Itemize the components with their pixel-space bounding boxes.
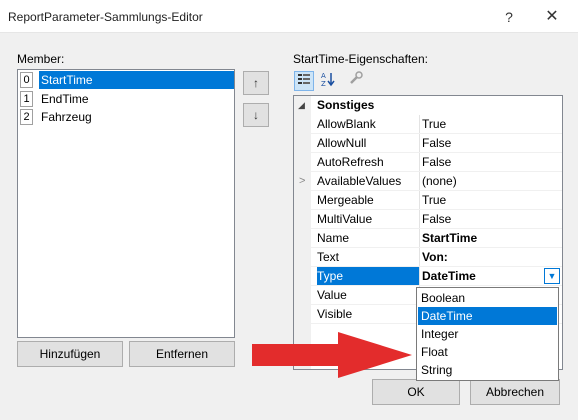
wrench-icon: [346, 71, 366, 91]
chevron-down-icon[interactable]: ▼: [544, 268, 560, 284]
member-index: 2: [20, 109, 33, 125]
property-name: Name: [317, 231, 350, 245]
categorized-icon[interactable]: [294, 71, 314, 91]
alphabetical-icon[interactable]: A Z: [318, 71, 338, 91]
property-value[interactable]: (none): [422, 172, 457, 191]
help-button[interactable]: ?: [497, 6, 521, 28]
category-row[interactable]: ◢ Sonstiges: [294, 96, 562, 115]
add-button[interactable]: Hinzufügen: [17, 341, 123, 367]
move-down-button[interactable]: ↓: [243, 103, 269, 127]
property-row[interactable]: Type DateTime ▼: [294, 267, 562, 286]
svg-text:Z: Z: [321, 80, 326, 87]
close-button[interactable]: ✕: [540, 6, 564, 28]
member-index: 0: [20, 72, 33, 88]
property-name: AllowNull: [317, 136, 367, 150]
property-value[interactable]: StartTime: [422, 229, 477, 248]
property-name: MultiValue: [317, 212, 373, 226]
dropdown-option[interactable]: Boolean: [418, 289, 557, 307]
member-name: StartTime: [39, 71, 234, 89]
red-arrow-annotation: [252, 332, 412, 378]
remove-button[interactable]: Entfernen: [129, 341, 235, 367]
property-value[interactable]: DateTime: [422, 267, 476, 286]
list-item[interactable]: 0 StartTime: [19, 71, 234, 89]
type-dropdown-list[interactable]: Boolean DateTime Integer Float String: [416, 287, 559, 381]
list-item[interactable]: 1 EndTime: [19, 90, 234, 108]
property-value[interactable]: Von:: [422, 248, 448, 267]
property-name: AllowBlank: [317, 117, 376, 131]
dropdown-option[interactable]: DateTime: [418, 307, 557, 325]
list-item[interactable]: 2 Fahrzeug: [19, 108, 234, 126]
property-value[interactable]: False: [422, 134, 451, 153]
property-value[interactable]: True: [422, 191, 446, 210]
dropdown-option[interactable]: Float: [418, 343, 557, 361]
member-index: 1: [20, 91, 33, 107]
property-name: Value: [317, 288, 347, 302]
member-list[interactable]: 0 StartTime 1 EndTime 2 Fahrzeug: [17, 69, 235, 338]
member-name: EndTime: [41, 92, 89, 106]
property-row[interactable]: Text Von:: [294, 248, 562, 267]
category-name: Sonstiges: [317, 98, 375, 112]
arrow-down-icon: ↓: [253, 108, 259, 122]
svg-text:A: A: [321, 72, 326, 80]
move-up-button[interactable]: ↑: [243, 71, 269, 95]
arrow-up-icon: ↑: [253, 76, 259, 90]
collapse-icon[interactable]: ◢: [298, 100, 305, 111]
property-row[interactable]: AllowBlank True: [294, 115, 562, 134]
property-name: Mergeable: [317, 193, 374, 207]
member-label: Member:: [17, 52, 65, 66]
member-name: Fahrzeug: [41, 110, 92, 124]
property-name: AutoRefresh: [317, 155, 384, 169]
property-row[interactable]: Mergeable True: [294, 191, 562, 210]
window-title: ReportParameter-Sammlungs-Editor: [8, 10, 203, 24]
property-name: Visible: [317, 307, 353, 321]
property-row[interactable]: > AvailableValues (none): [294, 172, 562, 191]
properties-label: StartTime-Eigenschaften:: [293, 52, 428, 66]
property-row[interactable]: MultiValue False: [294, 210, 562, 229]
dropdown-option[interactable]: Integer: [418, 325, 557, 343]
ok-button[interactable]: OK: [372, 379, 460, 405]
dropdown-option[interactable]: String: [418, 361, 557, 379]
property-value[interactable]: False: [422, 210, 451, 229]
expand-icon[interactable]: >: [299, 172, 305, 191]
property-row[interactable]: AutoRefresh False: [294, 153, 562, 172]
property-name: Text: [317, 250, 340, 264]
property-value[interactable]: False: [422, 153, 451, 172]
property-name: Type: [317, 267, 419, 286]
cancel-button[interactable]: Abbrechen: [470, 379, 560, 405]
property-name: AvailableValues: [317, 174, 402, 188]
title-bar: ReportParameter-Sammlungs-Editor ? ✕: [0, 0, 578, 33]
property-value[interactable]: True: [422, 115, 446, 134]
property-row[interactable]: AllowNull False: [294, 134, 562, 153]
property-row[interactable]: Name StartTime: [294, 229, 562, 248]
